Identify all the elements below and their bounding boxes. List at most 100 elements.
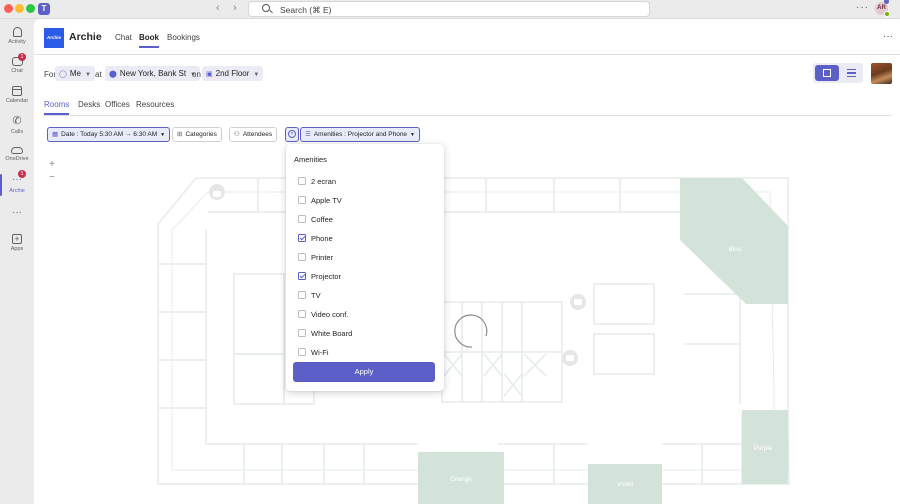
main-pane: Archie Archie Chat Book Bookings ··· For… <box>34 19 900 504</box>
list-view-button[interactable] <box>839 65 863 81</box>
rail-item-label: Calendar <box>5 98 29 104</box>
checkbox[interactable] <box>298 348 306 356</box>
chevron-down-icon: ▼ <box>410 132 415 138</box>
map-icon <box>823 69 831 77</box>
search-placeholder: Search (⌘ E) <box>280 5 332 15</box>
bell-icon <box>12 27 22 37</box>
amenities-filter[interactable]: ☰ Amenities : Projector and Phone ▼ <box>300 127 420 142</box>
chevron-down-icon: ▼ <box>253 72 260 78</box>
back-arrow-icon[interactable]: ‹ <box>216 2 220 14</box>
room-label-orange: Orange <box>450 476 472 483</box>
archie-badge: 1 <box>18 170 26 178</box>
maximize-window-button[interactable] <box>26 4 35 13</box>
floor-icon: ▣ <box>206 71 213 78</box>
checkbox-checked[interactable] <box>298 234 306 242</box>
amenities-filter-label: Amenities : Projector and Phone <box>313 131 408 138</box>
checkbox[interactable] <box>298 291 306 299</box>
rail-item-label: OneDrive <box>5 156 29 162</box>
checkbox[interactable] <box>298 196 306 204</box>
phone-icon: ✆ <box>12 115 22 127</box>
teams-logo-icon: T <box>38 3 50 15</box>
cloud-icon <box>11 147 23 154</box>
option-label: 2 ecran <box>311 177 337 186</box>
checkbox[interactable] <box>298 177 306 185</box>
user-avatar[interactable]: AR <box>875 0 890 17</box>
checkbox[interactable] <box>298 215 306 223</box>
person-selector[interactable]: ◯ Me ▼ <box>55 66 95 81</box>
list-icon <box>847 69 856 77</box>
rail-item-onedrive[interactable]: OneDrive <box>0 144 34 162</box>
rail-more-icon[interactable]: ··· <box>0 207 34 218</box>
tab-book[interactable]: Book <box>139 33 159 48</box>
rail-item-calls[interactable]: ✆ Calls <box>0 115 34 135</box>
rail-item-label: Calls <box>10 129 24 135</box>
notification-dot-icon <box>884 0 889 4</box>
categories-filter[interactable]: ⊞ Categories <box>172 127 222 142</box>
site-selector[interactable]: ⬤ New York, Bank St ▼ <box>105 66 201 81</box>
rail-item-calendar[interactable]: Calendar <box>0 86 34 104</box>
app-more-icon[interactable]: ··· <box>883 31 893 42</box>
dropdown-title: Amenities <box>294 155 327 164</box>
rail-item-label: Apps <box>10 246 24 252</box>
person-value: Me <box>69 69 81 78</box>
subtab-resources[interactable]: Resources <box>136 100 174 109</box>
clear-filters-button[interactable]: × <box>285 127 299 142</box>
forward-arrow-icon[interactable]: › <box>233 2 237 14</box>
rail-item-label: Chat <box>11 68 23 74</box>
list-icon: ☰ <box>305 131 311 138</box>
map-view-button[interactable] <box>815 65 839 81</box>
room-label-purple: Purple <box>754 445 773 452</box>
floor-plan-map[interactable]: Blue Purple Orange Violet <box>34 144 900 504</box>
app-title: Archie <box>69 31 102 43</box>
on-label: on <box>192 70 201 79</box>
option-label: Wi-Fi <box>311 348 329 357</box>
option-label: White Board <box>311 329 353 338</box>
floor-selector[interactable]: ▣ 2nd Floor ▼ <box>202 66 264 81</box>
checkbox-checked[interactable] <box>298 272 306 280</box>
add-apps-icon: + <box>12 234 22 244</box>
option-label: Printer <box>311 253 334 262</box>
app-rail: Activity 1 Chat Calendar ✆ Calls OneDriv… <box>0 19 34 504</box>
grid-icon: ⊞ <box>177 131 183 138</box>
view-toggle <box>813 63 863 83</box>
option-label: Projector <box>311 272 342 281</box>
header-divider <box>34 54 900 55</box>
subtab-rooms[interactable]: Rooms <box>44 100 70 115</box>
subtab-offices[interactable]: Offices <box>105 100 130 109</box>
global-search-input[interactable]: Search (⌘ E) <box>248 1 650 17</box>
checkbox[interactable] <box>298 310 306 318</box>
person-icon: ◯ <box>59 71 67 78</box>
option-label: Phone <box>311 234 333 243</box>
titlebar-more-icon[interactable]: ··· <box>856 2 869 13</box>
rail-item-label: Archie <box>9 188 25 194</box>
avatar-initials: AR <box>877 5 886 11</box>
rail-item-chat[interactable]: 1 Chat <box>0 53 34 74</box>
rail-item-archie[interactable]: ··· 1 Archie <box>0 170 34 196</box>
tab-bookings[interactable]: Bookings <box>167 33 200 42</box>
user-profile-photo[interactable] <box>871 63 892 84</box>
date-filter-label: Date : Today 5:30 AM → 6:30 AM <box>61 131 158 138</box>
rail-item-apps[interactable]: + Apps <box>0 234 34 252</box>
categories-label: Categories <box>185 131 217 138</box>
presence-available-icon <box>884 11 890 17</box>
close-window-button[interactable] <box>4 4 13 13</box>
chevron-down-icon: ▼ <box>84 72 91 78</box>
subtab-divider <box>44 115 892 116</box>
at-label: at <box>95 70 102 79</box>
apply-button[interactable]: Apply <box>293 362 435 382</box>
checkbox[interactable] <box>298 253 306 261</box>
tab-chat[interactable]: Chat <box>115 33 132 42</box>
chat-badge: 1 <box>18 53 26 61</box>
attendees-filter[interactable]: ⚇ Attendees <box>229 127 278 142</box>
floor-value: 2nd Floor <box>215 69 250 78</box>
chevron-down-icon: ▼ <box>160 132 166 138</box>
subtab-desks[interactable]: Desks <box>78 100 100 109</box>
window-titlebar: T ‹ › Search (⌘ E) ··· AR <box>0 0 900 19</box>
attendees-label: Attendees <box>242 131 273 138</box>
minimize-window-button[interactable] <box>15 4 24 13</box>
archie-logo: Archie <box>44 28 64 48</box>
amenities-dropdown: Amenities 2 ecran Apple TV Coffee Phone … <box>286 144 444 391</box>
date-filter[interactable]: ▦ Date : Today 5:30 AM → 6:30 AM ▼ <box>47 127 171 142</box>
rail-item-activity[interactable]: Activity <box>0 27 34 45</box>
checkbox[interactable] <box>298 329 306 337</box>
